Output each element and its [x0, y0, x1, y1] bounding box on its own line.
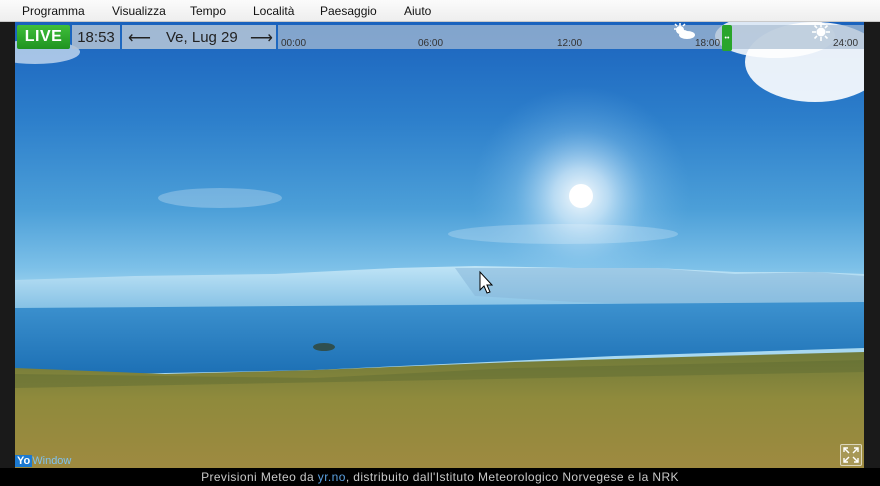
- prev-day-arrow-icon[interactable]: ⟵: [128, 28, 151, 48]
- weather-scene[interactable]: [15, 22, 864, 468]
- menu-aiuto[interactable]: Aiuto: [404, 4, 431, 18]
- tick-24: 24:00: [833, 38, 859, 49]
- tick-06: 06:00: [418, 38, 444, 49]
- yr-link[interactable]: yr.no: [318, 470, 346, 484]
- control-bar: LIVE 18:53 ⟵ Ve, Lug 29 ⟶ 00:00 06:00 12…: [15, 22, 864, 51]
- tick-18: 18:00: [695, 38, 721, 49]
- partly-cloudy-icon: [674, 23, 695, 39]
- cloud: [448, 224, 678, 244]
- next-day-arrow-icon[interactable]: ⟶: [250, 28, 273, 48]
- menu-paesaggio[interactable]: Paesaggio: [320, 4, 377, 18]
- fullscreen-icon: [843, 447, 859, 463]
- menu-bar: Programma Visualizza Tempo Località Paes…: [0, 0, 880, 22]
- cloud: [158, 188, 282, 208]
- logo-yo: Yo: [15, 454, 33, 467]
- timeline-handle[interactable]: ••: [722, 25, 732, 51]
- logo-window: Window: [32, 454, 72, 467]
- tick-12: 12:00: [557, 38, 583, 49]
- sun: [569, 184, 593, 208]
- sun-icon: [812, 23, 830, 41]
- live-button[interactable]: LIVE: [17, 25, 70, 49]
- timeline-slider[interactable]: 00:00 06:00 12:00 18:00 24:00 ••: [278, 23, 864, 51]
- date-selector: ⟵ Ve, Lug 29 ⟶: [122, 25, 276, 49]
- landscape-illustration: [15, 22, 864, 468]
- status-prefix: Previsioni Meteo da: [201, 470, 318, 484]
- tick-00: 00:00: [281, 38, 307, 49]
- fullscreen-button[interactable]: [840, 444, 862, 466]
- status-suffix: , distribuito dall'Istituto Meteorologic…: [345, 470, 679, 484]
- menu-visualizza[interactable]: Visualizza: [112, 4, 166, 18]
- yowindow-logo[interactable]: Yo Window: [15, 453, 71, 468]
- menu-localita[interactable]: Località: [253, 4, 294, 18]
- status-bar: Previsioni Meteo da yr.no, distribuito d…: [0, 468, 880, 486]
- islet: [313, 343, 335, 351]
- date-label: Ve, Lug 29: [166, 29, 238, 46]
- current-time: 18:53: [72, 25, 120, 49]
- menu-tempo[interactable]: Tempo: [190, 4, 226, 18]
- menu-programma[interactable]: Programma: [22, 4, 85, 18]
